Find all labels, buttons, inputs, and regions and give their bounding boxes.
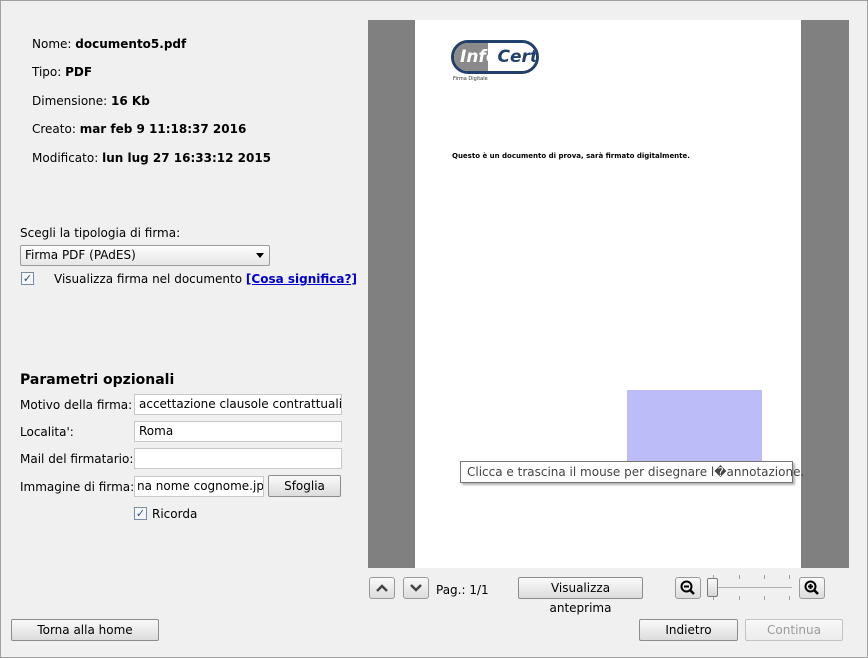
what-means-link[interactable]: [Cosa significa?]	[246, 272, 357, 286]
image-label: Immagine di firma:	[20, 480, 135, 494]
reason-label: Motivo della firma:	[20, 398, 133, 412]
file-name-value: documento5.pdf	[75, 37, 187, 51]
zoom-out-button[interactable]	[675, 577, 701, 599]
zoom-slider-thumb[interactable]	[707, 578, 718, 597]
signature-type-selected: Firma PDF (PAdES)	[25, 248, 136, 262]
home-button[interactable]: Torna alla home	[11, 619, 159, 641]
file-type-row: Tipo: PDF	[32, 65, 92, 79]
document-preview[interactable]: InfoCert Firma Digitale Questo è un docu…	[368, 20, 849, 568]
show-signature-label: Visualizza firma nel documento	[54, 272, 243, 286]
logo-subtitle: Firma Digitale	[453, 76, 488, 82]
file-name-label: Nome:	[32, 37, 72, 51]
email-label: Mail del firmatario:	[20, 452, 134, 466]
signature-type-label: Scegli la tipologia di firma:	[20, 226, 181, 240]
page-up-button[interactable]	[369, 577, 395, 599]
file-created-label: Creato:	[32, 122, 76, 136]
annotation-tooltip: Clicca e trascina il mouse per disegnare…	[460, 461, 804, 483]
email-input[interactable]	[134, 448, 342, 469]
zoom-out-icon	[680, 580, 695, 595]
file-created-row: Creato: mar feb 9 11:18:37 2016	[32, 122, 246, 136]
logo-cert-text: Cert	[497, 47, 539, 67]
signature-annotation-box[interactable]	[627, 390, 762, 465]
preview-button[interactable]: Visualizza anteprima	[518, 577, 643, 615]
file-size-label: Dimensione:	[32, 94, 108, 108]
continue-button[interactable]: Continua	[745, 619, 843, 641]
file-type-label: Tipo:	[32, 65, 62, 79]
zoom-in-icon	[804, 580, 819, 595]
dropdown-arrow-icon	[256, 253, 264, 258]
optional-params-title: Parametri opzionali	[20, 372, 175, 388]
chevron-down-icon	[410, 584, 422, 592]
zoom-slider-track[interactable]	[712, 587, 792, 588]
zoom-in-button[interactable]	[799, 577, 825, 599]
file-modified-label: Modificato:	[32, 151, 99, 165]
remember-checkbox[interactable]: ✓	[134, 507, 147, 520]
signature-type-select[interactable]: Firma PDF (PAdES)	[20, 245, 270, 266]
location-label: Localita':	[20, 425, 74, 439]
back-button[interactable]: Indietro	[639, 619, 738, 641]
infocert-logo: InfoCert	[451, 40, 539, 74]
file-modified-value: lun lug 27 16:33:12 2015	[102, 151, 272, 165]
file-size-row: Dimensione: 16 Kb	[32, 94, 150, 108]
file-name-row: Nome: documento5.pdf	[32, 37, 186, 51]
show-signature-checkbox[interactable]: ✓	[21, 272, 34, 285]
chevron-up-icon	[376, 584, 388, 592]
logo-info-text: Info	[460, 47, 498, 67]
remember-label: Ricorda	[152, 507, 198, 521]
image-input[interactable]: na nome cognome.jpg	[134, 476, 264, 497]
page-indicator: Pag.: 1/1	[436, 583, 489, 597]
location-input[interactable]: Roma	[134, 421, 342, 442]
browse-button[interactable]: Sfoglia	[268, 475, 341, 497]
file-size-value: 16 Kb	[111, 94, 150, 108]
reason-input[interactable]: accettazione clausole contrattuali	[134, 394, 342, 415]
document-page[interactable]: InfoCert Firma Digitale Questo è un docu…	[415, 20, 801, 568]
file-modified-row: Modificato: lun lug 27 16:33:12 2015	[32, 151, 271, 165]
page-down-button[interactable]	[403, 577, 429, 599]
file-type-value: PDF	[65, 65, 93, 79]
document-text: Questo è un documento di prova, sarà fir…	[452, 152, 690, 160]
file-created-value: mar feb 9 11:18:37 2016	[79, 122, 247, 136]
show-signature-row: Visualizza firma nel documento [Cosa sig…	[54, 272, 357, 286]
